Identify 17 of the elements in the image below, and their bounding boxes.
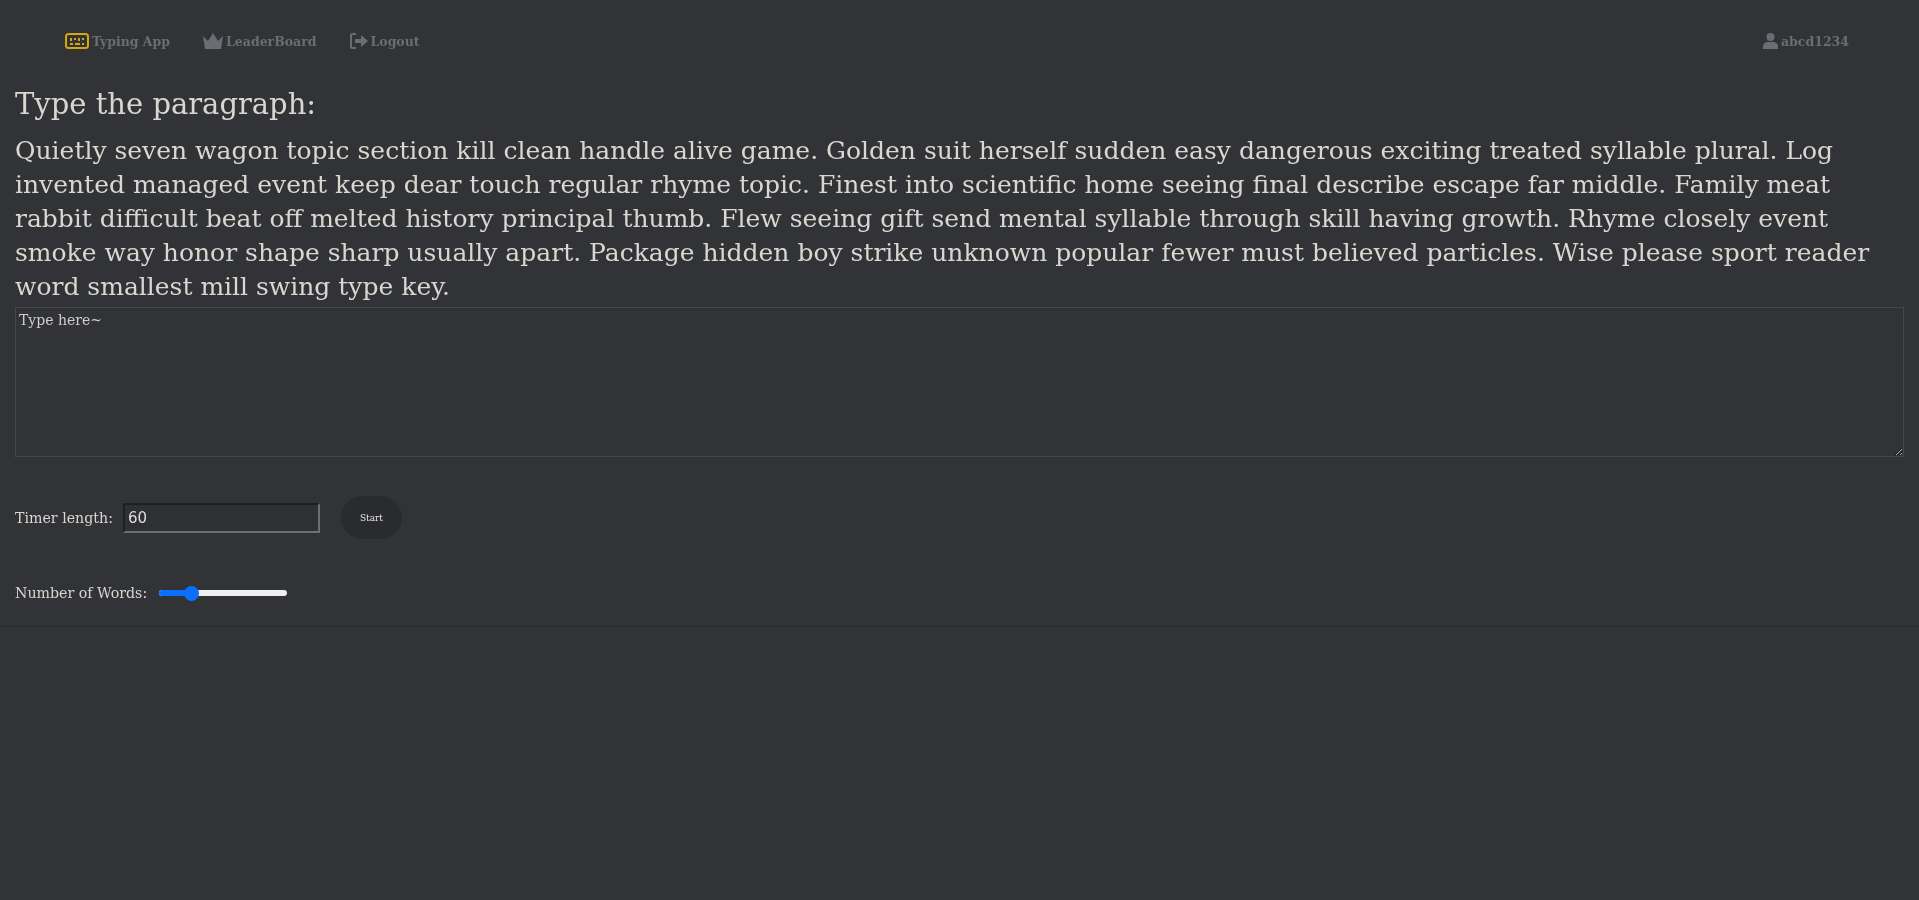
slider-thumb[interactable] — [183, 585, 199, 601]
typing-input-field[interactable]: Type here~ — [15, 307, 1904, 457]
timer-input[interactable]: 60 — [122, 502, 320, 533]
keyboard-icon — [65, 33, 89, 49]
word-count-slider[interactable] — [159, 585, 288, 601]
word-count-label: Number of Words: — [15, 585, 148, 601]
timer-label: Timer length: — [15, 509, 113, 526]
nav-link[interactable]: LeaderBoard — [203, 33, 317, 49]
user-menu[interactable]: abcd1234 — [1763, 33, 1849, 49]
user-icon — [1763, 33, 1778, 49]
section-heading: Type the paragraph: — [15, 86, 317, 122]
crown-icon — [203, 33, 224, 49]
start-button[interactable]: Start — [340, 496, 402, 539]
nav-link[interactable]: Logout — [349, 33, 420, 49]
logout-icon — [349, 33, 368, 49]
brand-link[interactable]: Typing App — [65, 33, 171, 49]
prompt-paragraph: Quietly seven wagon topic section kill clean handle alive game. Golden suit herself sudden easy dangerous exciting treated syllable plural. Log invented managed event keep dear touch regular rhyme topic. Finest into scientific home seeing final describe escape far middle. Family meat rabbit difficult beat off melted history principal thumb. Flew seeing gift send mental syllable through skill having growth. Rhyme closely event smoke way honor shape sharp usually apart. Package hidden boy strike unknown popular fewer must believed particles. Wise please sport reader word smallest mill swing type key. — [15, 135, 1871, 303]
